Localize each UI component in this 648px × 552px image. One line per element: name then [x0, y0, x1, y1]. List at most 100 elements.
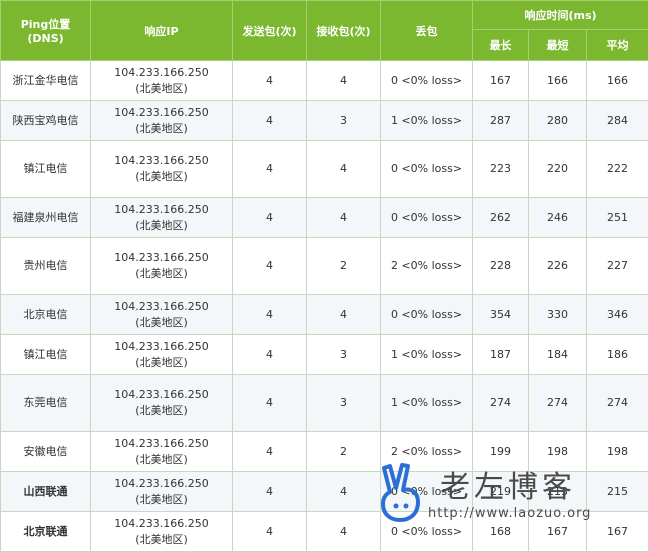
cell-min: 280 — [529, 101, 587, 141]
cell-min: 274 — [529, 375, 587, 432]
cell-min: 246 — [529, 198, 587, 238]
ip-region: (北美地区) — [91, 121, 232, 137]
ip-address: 104.233.166.250 — [91, 476, 232, 492]
ip-region: (北美地区) — [91, 169, 232, 185]
cell-max: 187 — [473, 335, 529, 375]
header-max: 最长 — [473, 30, 529, 61]
cell-sent: 4 — [233, 61, 307, 101]
cell-received: 4 — [307, 295, 381, 335]
cell-max: 228 — [473, 238, 529, 295]
cell-loss: 2 <0% loss> — [381, 238, 473, 295]
cell-avg: 346 — [587, 295, 648, 335]
cell-sent: 4 — [233, 141, 307, 198]
cell-location: 贵州电信 — [1, 238, 91, 295]
cell-received: 4 — [307, 141, 381, 198]
header-response-ip: 响应IP — [91, 1, 233, 61]
ip-address: 104.233.166.250 — [91, 202, 232, 218]
cell-received: 3 — [307, 101, 381, 141]
table-row: 浙江金华电信104.233.166.250(北美地区)440 <0% loss>… — [1, 61, 648, 101]
victory-hand-icon — [378, 462, 424, 524]
cell-min: 330 — [529, 295, 587, 335]
ip-region: (北美地区) — [91, 266, 232, 282]
cell-avg: 222 — [587, 141, 648, 198]
ip-address: 104.233.166.250 — [91, 299, 232, 315]
ip-address: 104.233.166.250 — [91, 105, 232, 121]
cell-sent: 4 — [233, 295, 307, 335]
cell-avg: 166 — [587, 61, 648, 101]
cell-avg: 284 — [587, 101, 648, 141]
cell-received: 2 — [307, 238, 381, 295]
ip-region: (北美地区) — [91, 532, 232, 548]
cell-loss: 1 <0% loss> — [381, 335, 473, 375]
cell-location: 福建泉州电信 — [1, 198, 91, 238]
cell-max: 223 — [473, 141, 529, 198]
cell-min: 166 — [529, 61, 587, 101]
ip-region: (北美地区) — [91, 492, 232, 508]
cell-response-ip: 104.233.166.250(北美地区) — [91, 61, 233, 101]
cell-min: 220 — [529, 141, 587, 198]
cell-sent: 4 — [233, 432, 307, 472]
ip-region: (北美地区) — [91, 81, 232, 97]
cell-loss: 0 <0% loss> — [381, 141, 473, 198]
cell-sent: 4 — [233, 375, 307, 432]
cell-response-ip: 104.233.166.250(北美地区) — [91, 375, 233, 432]
header-min: 最短 — [529, 30, 587, 61]
ip-region: (北美地区) — [91, 403, 232, 419]
cell-location: 山西联通 — [1, 472, 91, 512]
table-row: 福建泉州电信104.233.166.250(北美地区)440 <0% loss>… — [1, 198, 648, 238]
cell-avg: 274 — [587, 375, 648, 432]
cell-response-ip: 104.233.166.250(北美地区) — [91, 472, 233, 512]
watermark-title: 老左博客 — [440, 462, 576, 506]
cell-loss: 0 <0% loss> — [381, 61, 473, 101]
cell-max: 167 — [473, 61, 529, 101]
cell-sent: 4 — [233, 101, 307, 141]
cell-received: 4 — [307, 472, 381, 512]
header-avg: 平均 — [587, 30, 648, 61]
header-received: 接收包(次) — [307, 1, 381, 61]
cell-sent: 4 — [233, 472, 307, 512]
cell-max: 354 — [473, 295, 529, 335]
watermark: 老左博客 http://www.laozuo.org — [378, 460, 648, 530]
cell-loss: 0 <0% loss> — [381, 198, 473, 238]
header-loss: 丢包 — [381, 1, 473, 61]
cell-location: 安徽电信 — [1, 432, 91, 472]
cell-sent: 4 — [233, 335, 307, 375]
cell-response-ip: 104.233.166.250(北美地区) — [91, 295, 233, 335]
table-row: 贵州电信104.233.166.250(北美地区)422 <0% loss>22… — [1, 238, 648, 295]
cell-max: 262 — [473, 198, 529, 238]
cell-loss: 1 <0% loss> — [381, 101, 473, 141]
cell-response-ip: 104.233.166.250(北美地区) — [91, 101, 233, 141]
cell-received: 4 — [307, 198, 381, 238]
ip-address: 104.233.166.250 — [91, 339, 232, 355]
cell-response-ip: 104.233.166.250(北美地区) — [91, 198, 233, 238]
cell-response-ip: 104.233.166.250(北美地区) — [91, 238, 233, 295]
header-location: Ping位置 (DNS) — [1, 1, 91, 61]
cell-received: 3 — [307, 335, 381, 375]
cell-response-ip: 104.233.166.250(北美地区) — [91, 141, 233, 198]
cell-min: 184 — [529, 335, 587, 375]
ip-address: 104.233.166.250 — [91, 436, 232, 452]
cell-loss: 0 <0% loss> — [381, 295, 473, 335]
cell-loss: 1 <0% loss> — [381, 375, 473, 432]
cell-min: 226 — [529, 238, 587, 295]
ip-address: 104.233.166.250 — [91, 387, 232, 403]
cell-location: 浙江金华电信 — [1, 61, 91, 101]
cell-avg: 227 — [587, 238, 648, 295]
cell-location: 镇江电信 — [1, 141, 91, 198]
ip-region: (北美地区) — [91, 315, 232, 331]
ip-address: 104.233.166.250 — [91, 65, 232, 81]
cell-response-ip: 104.233.166.250(北美地区) — [91, 432, 233, 472]
cell-max: 274 — [473, 375, 529, 432]
table-row: 镇江电信104.233.166.250(北美地区)440 <0% loss>22… — [1, 141, 648, 198]
cell-avg: 186 — [587, 335, 648, 375]
ip-address: 104.233.166.250 — [91, 250, 232, 266]
cell-location: 北京电信 — [1, 295, 91, 335]
cell-sent: 4 — [233, 198, 307, 238]
cell-max: 287 — [473, 101, 529, 141]
ip-region: (北美地区) — [91, 355, 232, 371]
cell-response-ip: 104.233.166.250(北美地区) — [91, 335, 233, 375]
ip-region: (北美地区) — [91, 452, 232, 468]
ip-region: (北美地区) — [91, 218, 232, 234]
cell-sent: 4 — [233, 238, 307, 295]
cell-received: 4 — [307, 61, 381, 101]
